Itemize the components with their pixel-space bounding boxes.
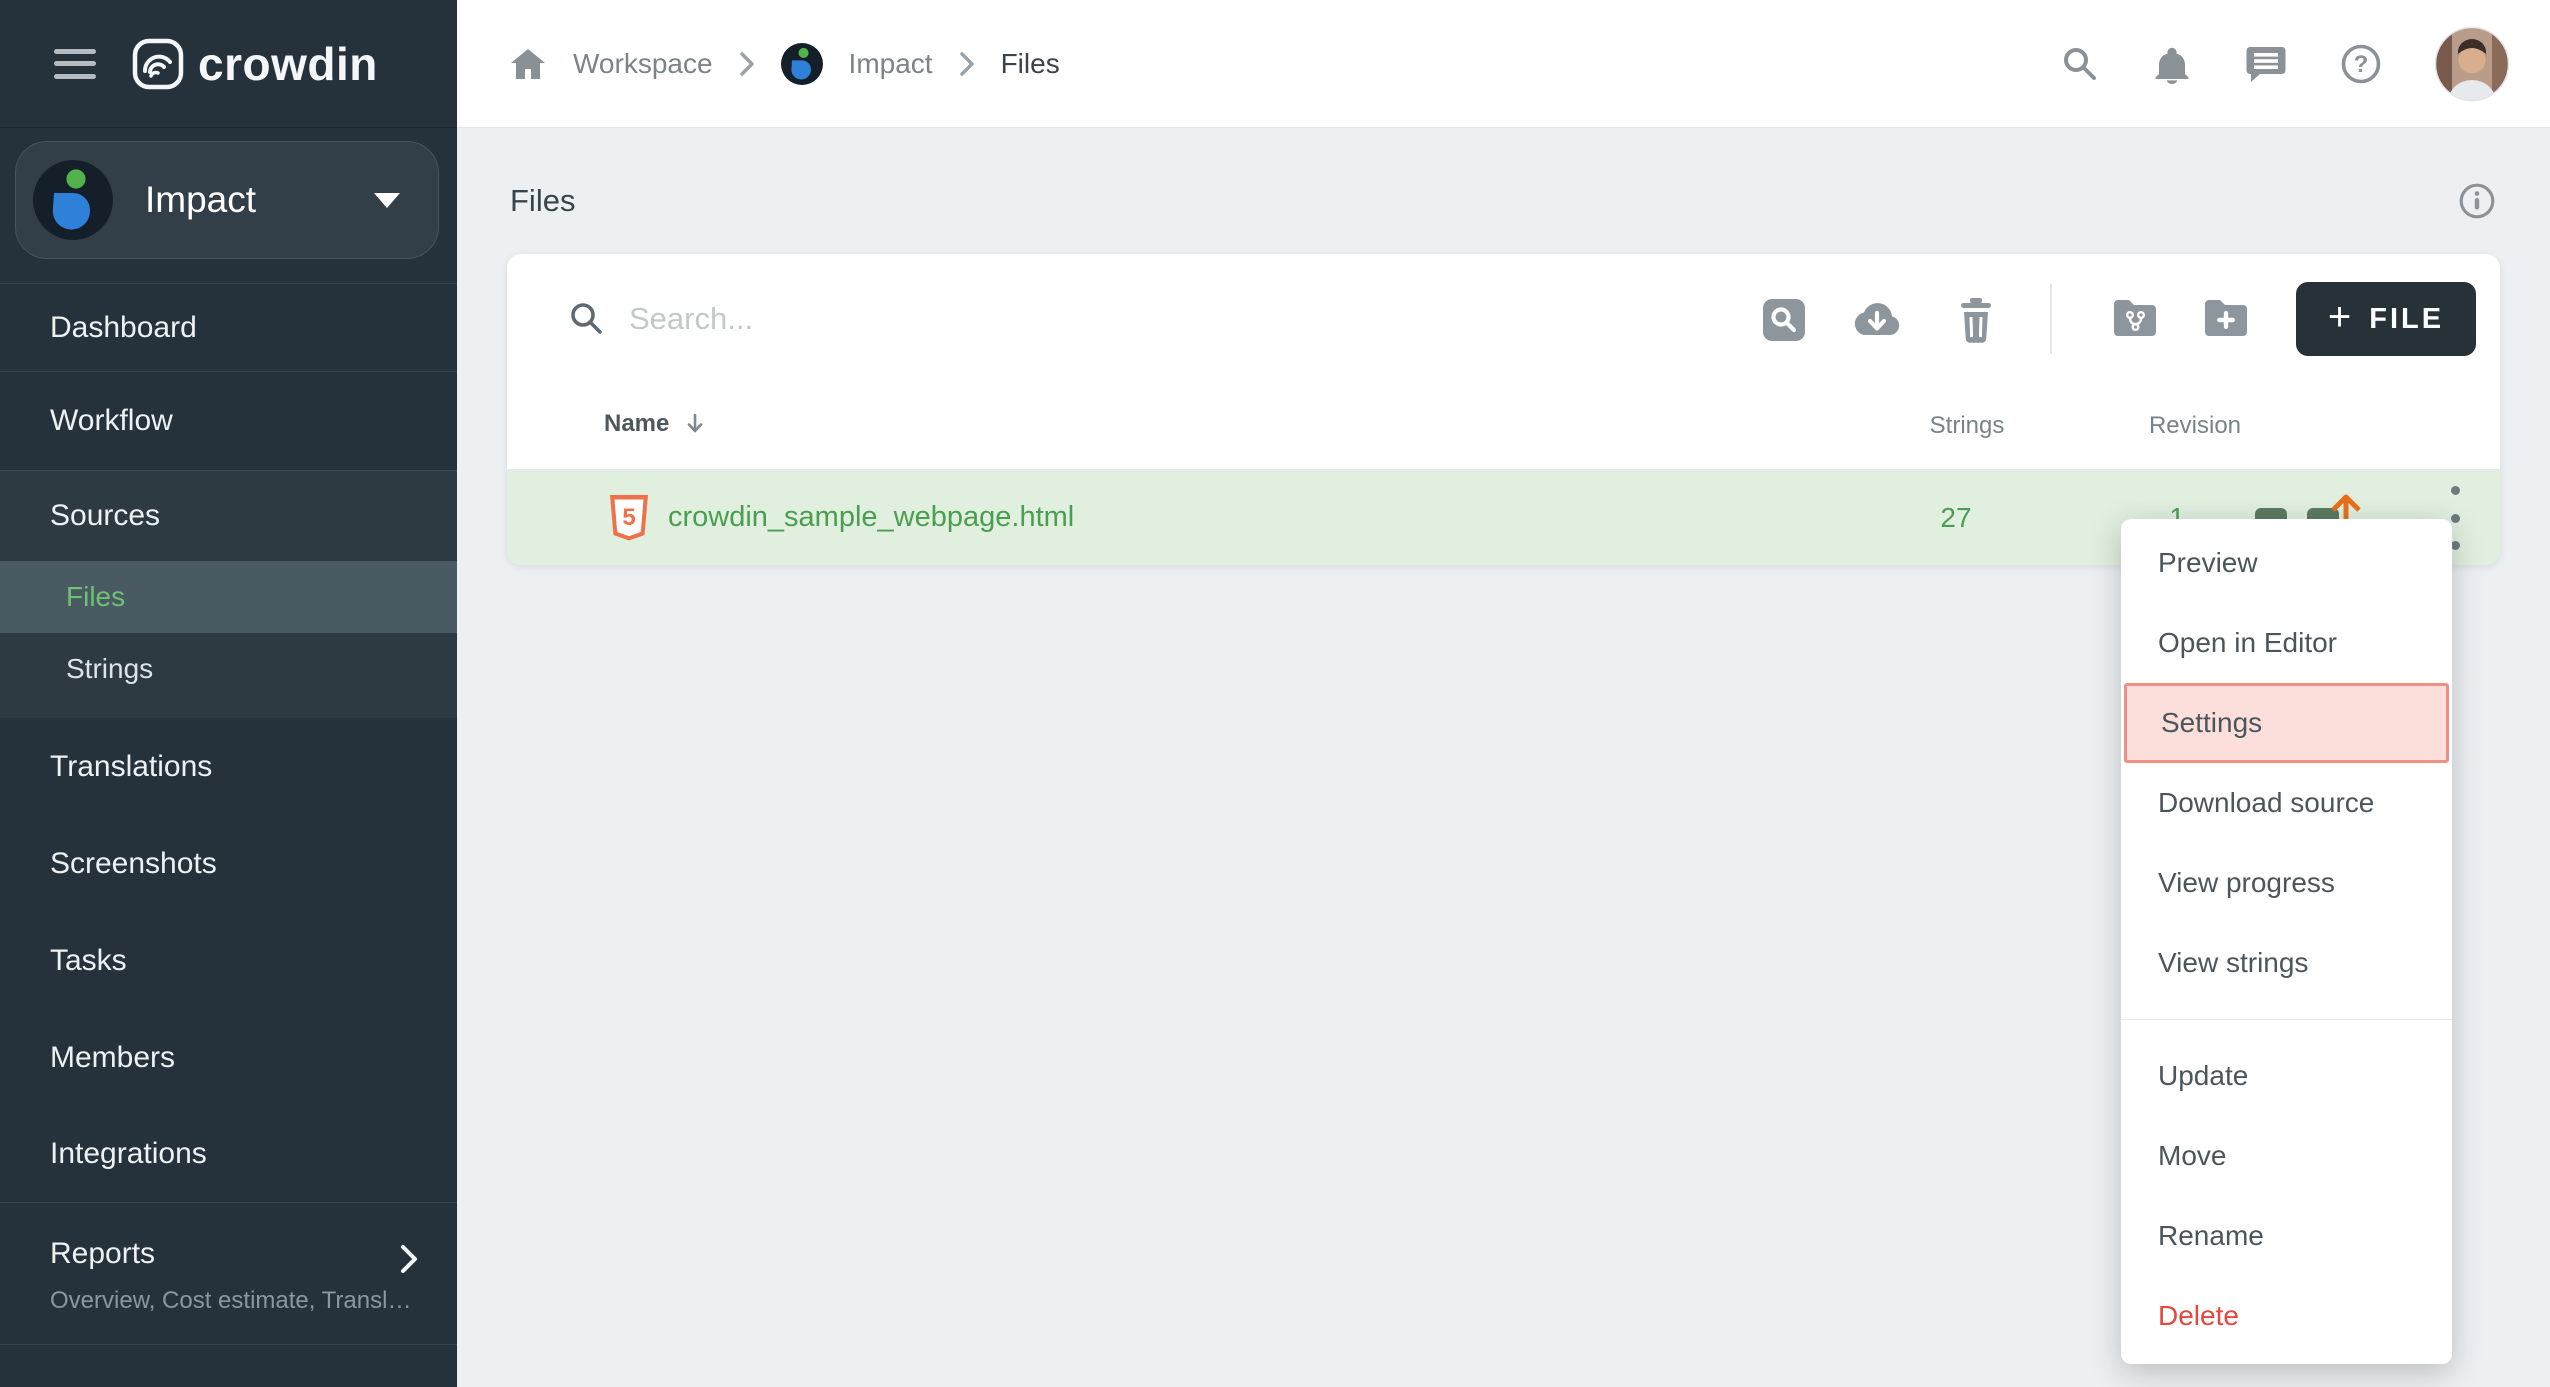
sidebar-section-sources: Sources Files Strings xyxy=(0,470,457,718)
chevron-down-icon xyxy=(374,193,400,208)
column-header-name[interactable]: Name xyxy=(604,410,705,438)
sidebar-item-screenshots[interactable]: Screenshots xyxy=(0,815,457,912)
sidebar-item-translations[interactable]: Translations xyxy=(0,718,457,815)
menu-item-view-strings[interactable]: View strings xyxy=(2121,923,2452,1003)
hamburger-menu-icon[interactable] xyxy=(54,49,96,79)
home-icon[interactable] xyxy=(509,47,547,81)
menu-item-update[interactable]: Update xyxy=(2121,1036,2452,1116)
help-icon[interactable]: ? xyxy=(2340,43,2382,85)
plus-icon: + xyxy=(2328,297,2351,337)
html5-file-icon: 5 xyxy=(608,494,650,542)
file-name-link[interactable]: crowdin_sample_webpage.html xyxy=(668,501,1074,534)
sidebar-item-files[interactable]: Files xyxy=(0,561,457,633)
breadcrumb-workspace[interactable]: Workspace xyxy=(573,48,713,80)
menu-item-view-progress[interactable]: View progress xyxy=(2121,843,2452,923)
crowdin-logo[interactable]: crowdin xyxy=(132,37,378,91)
sidebar-item-dashboard[interactable]: Dashboard xyxy=(0,283,457,371)
delete-trash-icon[interactable] xyxy=(1954,296,1998,346)
column-header-revision[interactable]: Revision xyxy=(2149,412,2241,440)
menu-item-delete[interactable]: Delete xyxy=(2121,1276,2452,1356)
search-icon[interactable] xyxy=(2060,44,2100,84)
sidebar-item-sources[interactable]: Sources xyxy=(0,471,457,561)
crowdin-files-page: crowdin Impact Dashboard Workflow Source… xyxy=(0,0,2550,1387)
breadcrumb: Workspace Impact Files xyxy=(509,0,1060,127)
topbar: Workspace Impact Files xyxy=(457,0,2550,128)
chevron-right-icon xyxy=(397,1241,421,1277)
menu-item-download-source[interactable]: Download source xyxy=(2121,763,2452,843)
menu-item-preview[interactable]: Preview xyxy=(2121,523,2452,603)
toolbar-divider xyxy=(2050,284,2052,354)
breadcrumb-project[interactable]: Impact xyxy=(849,48,933,80)
file-search xyxy=(507,254,1449,384)
sidebar-header: crowdin xyxy=(0,0,457,128)
add-folder-icon[interactable] xyxy=(2201,296,2251,340)
project-name: Impact xyxy=(145,179,256,221)
menu-item-open-in-editor[interactable]: Open in Editor xyxy=(2121,603,2452,683)
sort-descending-icon xyxy=(685,412,705,436)
project-switcher[interactable]: Impact xyxy=(15,141,439,259)
menu-item-rename[interactable]: Rename xyxy=(2121,1196,2452,1276)
table-header: Name Strings Revision xyxy=(507,384,2500,470)
notifications-bell-icon[interactable] xyxy=(2152,43,2192,85)
topbar-icons: ? xyxy=(2060,0,2510,127)
branch-folder-icon[interactable] xyxy=(2110,296,2160,340)
sidebar-item-reports[interactable]: Reports Overview, Cost estimate, Transl… xyxy=(0,1202,457,1345)
menu-item-settings[interactable]: Settings xyxy=(2124,683,2449,763)
file-context-menu: Preview Open in Editor Settings Download… xyxy=(2121,519,2452,1364)
project-avatar xyxy=(33,160,113,240)
download-cloud-icon[interactable] xyxy=(1851,296,1903,344)
breadcrumb-current: Files xyxy=(1001,48,1060,80)
sidebar-item-tasks[interactable]: Tasks xyxy=(0,912,457,1009)
avatar[interactable] xyxy=(2434,26,2510,102)
file-strings-count: 27 xyxy=(1940,502,1971,534)
chevron-right-icon xyxy=(739,51,755,77)
search-icon xyxy=(567,299,607,339)
page-title: Files xyxy=(510,183,575,219)
breadcrumb-project-icon xyxy=(781,43,823,85)
sidebar: crowdin Impact Dashboard Workflow Source… xyxy=(0,0,457,1387)
preview-file-icon[interactable] xyxy=(1760,296,1808,344)
sidebar-item-workflow[interactable]: Workflow xyxy=(0,371,457,470)
info-icon[interactable] xyxy=(2458,182,2496,220)
menu-separator xyxy=(2121,1019,2452,1020)
reports-subtitle: Overview, Cost estimate, Transl… xyxy=(50,1287,410,1315)
menu-item-move[interactable]: Move xyxy=(2121,1116,2452,1196)
messages-icon[interactable] xyxy=(2244,43,2288,85)
crowdin-wordmark: crowdin xyxy=(198,37,378,91)
crowdin-logo-icon xyxy=(132,38,184,90)
svg-text:5: 5 xyxy=(622,504,635,531)
svg-text:?: ? xyxy=(2354,51,2369,78)
column-header-strings[interactable]: Strings xyxy=(1930,412,2005,440)
sidebar-item-integrations[interactable]: Integrations xyxy=(0,1106,457,1202)
sidebar-item-members[interactable]: Members xyxy=(0,1009,457,1106)
add-file-button[interactable]: + FILE xyxy=(2296,282,2476,356)
sidebar-item-strings[interactable]: Strings xyxy=(0,633,457,705)
search-input[interactable] xyxy=(629,301,1449,337)
chevron-right-icon xyxy=(959,51,975,77)
